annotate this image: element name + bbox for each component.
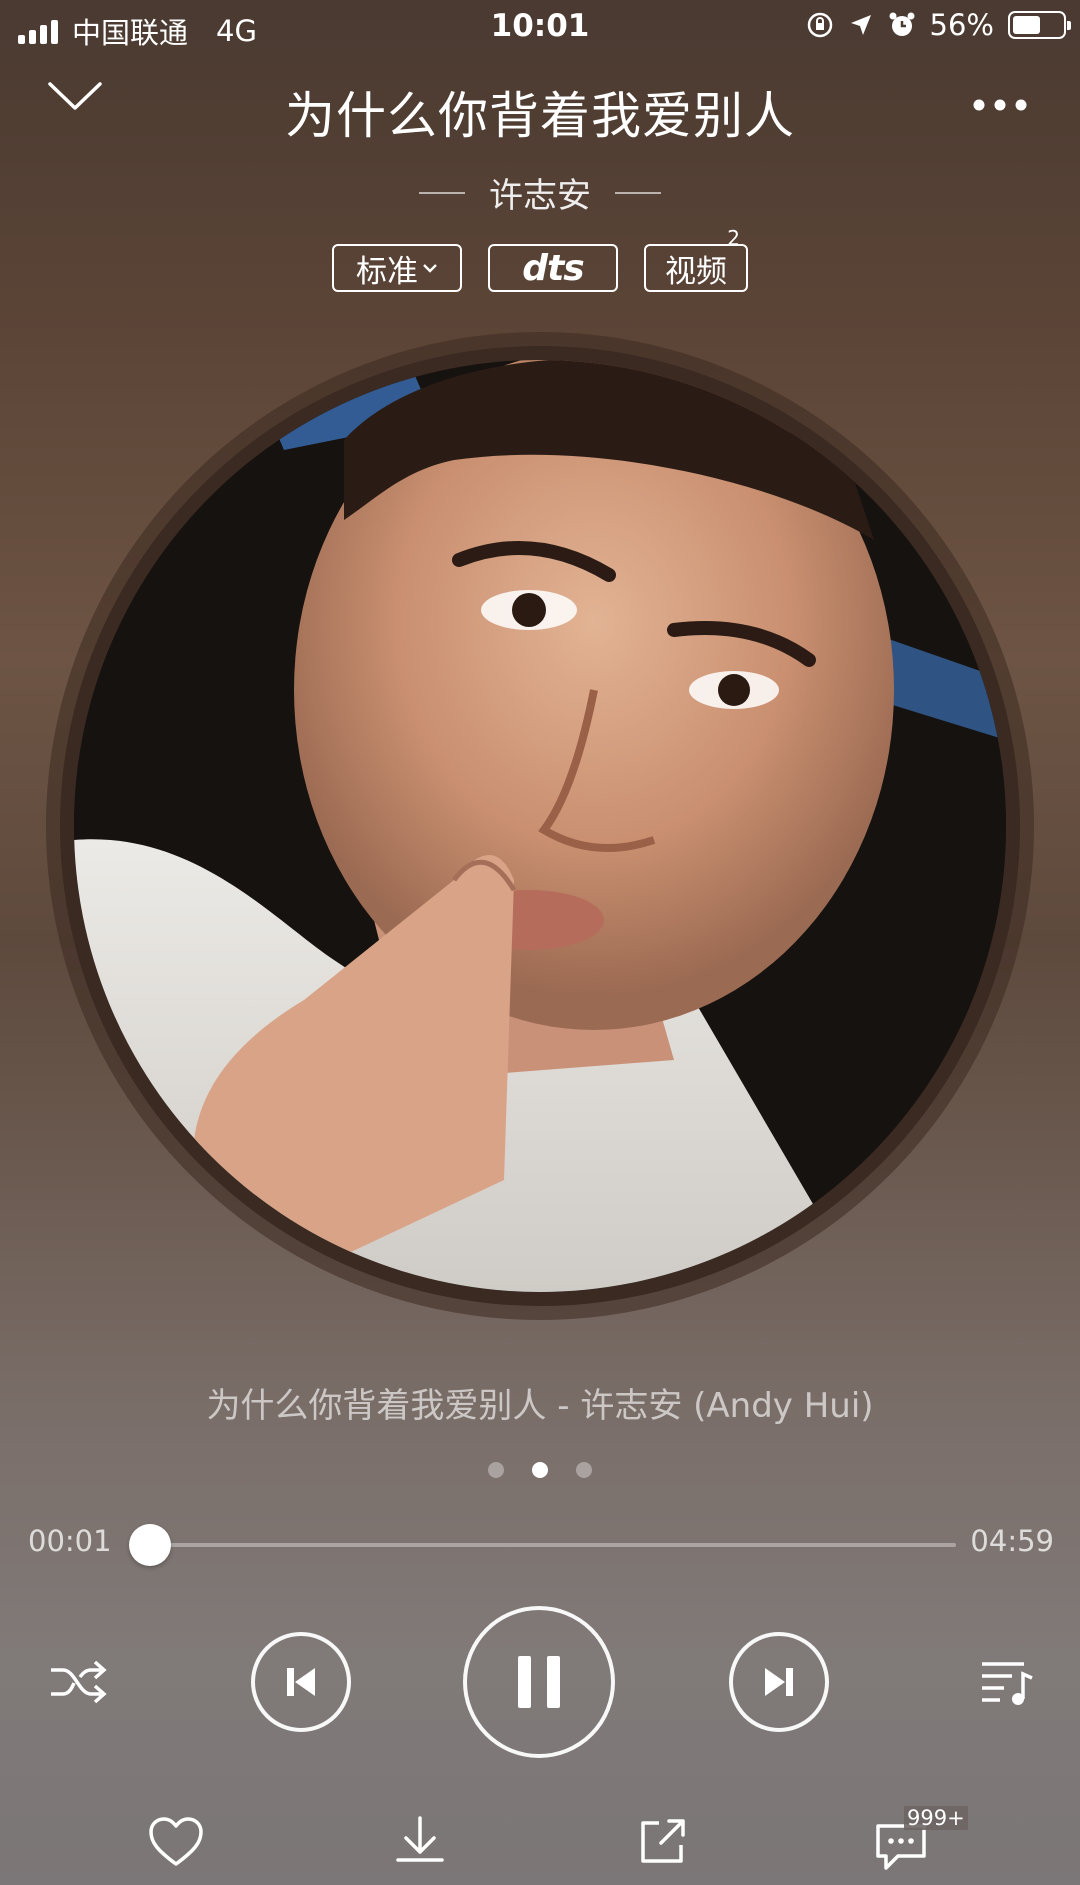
progress-track[interactable]	[148, 1543, 956, 1547]
divider	[615, 191, 661, 194]
comment-count-badge: 999+	[904, 1806, 968, 1830]
current-time: 00:01	[28, 1524, 112, 1558]
dts-label: dts	[522, 247, 584, 289]
comments-button[interactable]: 999+	[874, 1806, 984, 1876]
share-icon	[641, 1819, 685, 1863]
pause-button[interactable]	[463, 1606, 615, 1758]
pause-icon	[518, 1656, 560, 1708]
favorite-button[interactable]	[144, 1814, 208, 1870]
battery-icon	[1008, 11, 1071, 39]
quality-selector-button[interactable]: 标准	[332, 244, 462, 292]
more-dots-icon	[973, 99, 1027, 111]
shuffle-icon	[51, 1660, 107, 1704]
audio-options: 标准 dts 视频 2	[0, 226, 1080, 292]
playlist-button[interactable]	[976, 1652, 1036, 1712]
chevron-down-icon	[48, 82, 102, 110]
chevron-down-icon	[423, 264, 437, 273]
orientation-lock-icon	[806, 11, 834, 39]
skip-previous-icon	[287, 1668, 315, 1696]
page-dot[interactable]	[488, 1462, 504, 1478]
heart-icon	[149, 1817, 203, 1866]
previous-track-button[interactable]	[251, 1632, 351, 1732]
dts-button[interactable]: dts	[488, 244, 618, 292]
share-button[interactable]	[632, 1812, 692, 1872]
album-art-disc[interactable]	[60, 346, 1020, 1306]
status-bar-right: 56%	[806, 8, 1071, 42]
skip-next-icon	[765, 1668, 793, 1696]
quality-label: 标准	[356, 253, 418, 290]
artist-name[interactable]: 许志安	[489, 168, 591, 217]
playlist-icon	[982, 1662, 1033, 1705]
more-options-button[interactable]	[972, 98, 1028, 112]
video-button[interactable]: 视频 2	[644, 226, 748, 292]
artist-row: 许志安	[0, 168, 1080, 217]
video-count-badge: 2	[727, 226, 740, 250]
status-bar: 中国联通 4G 10:01 56%	[0, 0, 1080, 56]
battery-percent: 56%	[929, 8, 994, 42]
collapse-player-button[interactable]	[46, 78, 104, 114]
page-dot[interactable]	[576, 1462, 592, 1478]
album-cover-image	[74, 360, 1006, 1292]
shuffle-button[interactable]	[44, 1652, 112, 1712]
song-title: 为什么你背着我爱别人	[285, 87, 795, 145]
next-track-button[interactable]	[729, 1632, 829, 1732]
download-icon	[396, 1816, 444, 1862]
page-dot[interactable]	[532, 1462, 548, 1478]
progress-thumb[interactable]	[129, 1524, 172, 1566]
total-time: 04:59	[970, 1524, 1054, 1558]
song-info-line: 为什么你背着我爱别人 - 许志安 (Andy Hui)	[206, 1386, 874, 1426]
divider	[419, 191, 465, 194]
video-label: 视频	[665, 253, 727, 290]
location-icon	[848, 12, 874, 38]
page-indicator	[0, 1462, 1080, 1478]
alarm-icon	[888, 11, 916, 39]
download-button[interactable]	[388, 1812, 452, 1872]
